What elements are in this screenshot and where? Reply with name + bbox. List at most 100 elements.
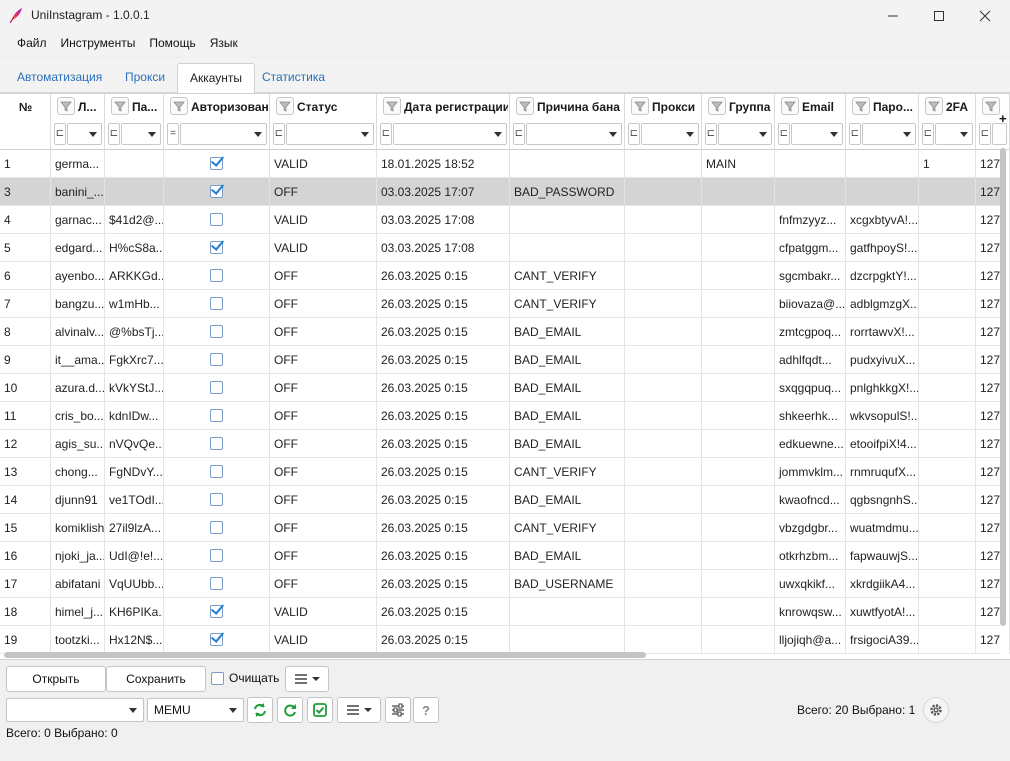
cell-auth[interactable] bbox=[164, 570, 270, 598]
column-filter-icon[interactable] bbox=[170, 97, 188, 115]
maximize-button[interactable] bbox=[916, 0, 962, 31]
column-header-epass[interactable]: Паро... ⊏ bbox=[846, 94, 919, 150]
column-filter-icon[interactable] bbox=[516, 97, 534, 115]
authorized-checkbox[interactable] bbox=[210, 493, 223, 506]
more-menu-button[interactable] bbox=[285, 666, 329, 692]
table-row[interactable]: 15 komiklish 27il9lzA... OFF 26.03.2025 0:15… bbox=[0, 514, 1010, 542]
filter-select-proxy[interactable] bbox=[641, 123, 699, 145]
filter-mode-button[interactable]: ⊏ bbox=[849, 123, 861, 145]
authorized-checkbox[interactable] bbox=[210, 437, 223, 450]
authorized-checkbox[interactable] bbox=[210, 549, 223, 562]
authorized-checkbox[interactable] bbox=[210, 241, 223, 254]
authorized-checkbox[interactable] bbox=[210, 325, 223, 338]
authorized-checkbox[interactable] bbox=[210, 605, 223, 618]
add-column-icon[interactable]: + bbox=[999, 111, 1007, 126]
filter-select-auth[interactable] bbox=[180, 123, 267, 145]
filter-select-group[interactable] bbox=[718, 123, 772, 145]
column-header-status[interactable]: Статус ⊏ bbox=[270, 94, 377, 150]
filter-select-epass[interactable] bbox=[862, 123, 916, 145]
filter-mode-button[interactable]: ⊏ bbox=[778, 123, 790, 145]
table-row[interactable]: 7 bangzu... w1mHb... OFF 26.03.2025 0:15 CANT… bbox=[0, 290, 1010, 318]
cell-auth[interactable] bbox=[164, 318, 270, 346]
column-filter-icon[interactable] bbox=[111, 97, 129, 115]
cell-auth[interactable] bbox=[164, 458, 270, 486]
table-row[interactable]: 9 it__ama... FgkXrc7... OFF 26.03.2025 0:15 B… bbox=[0, 346, 1010, 374]
table-row[interactable]: 18 himel_j... KH6PIKa... VALID 26.03.2025 0:… bbox=[0, 598, 1010, 626]
column-header-reg[interactable]: Дата регистрации ⊏ bbox=[377, 94, 510, 150]
authorized-checkbox[interactable] bbox=[210, 353, 223, 366]
table-row[interactable]: 8 alvinalv... @%bsTj... OFF 26.03.2025 0:15 B… bbox=[0, 318, 1010, 346]
column-header-login[interactable]: Л... ⊏ bbox=[51, 94, 105, 150]
column-filter-icon[interactable] bbox=[925, 97, 943, 115]
column-header-email[interactable]: Email ⊏ bbox=[775, 94, 846, 150]
column-filter-icon[interactable] bbox=[781, 97, 799, 115]
authorized-checkbox[interactable] bbox=[210, 409, 223, 422]
filter-mode-button[interactable]: ⊏ bbox=[380, 123, 392, 145]
filter-mode-button[interactable]: ⊏ bbox=[54, 123, 66, 145]
menu-help[interactable]: Помощь bbox=[142, 31, 202, 56]
column-filter-icon[interactable] bbox=[631, 97, 649, 115]
gear-button[interactable] bbox=[923, 697, 949, 723]
table-row[interactable]: 3 banini_... OFF 03.03.2025 17:07 BAD_PASSWO… bbox=[0, 178, 1010, 206]
filter-select-login[interactable] bbox=[67, 123, 102, 145]
reload-button[interactable] bbox=[277, 697, 303, 723]
column-header-twofa[interactable]: 2FA ⊏ bbox=[919, 94, 976, 150]
cell-auth[interactable] bbox=[164, 374, 270, 402]
filter-mode-button[interactable]: ⊏ bbox=[628, 123, 640, 145]
filter-mode-button[interactable]: = bbox=[167, 123, 179, 145]
table-row[interactable]: 11 cris_bo... kdnIDw... OFF 26.03.2025 0:15 B… bbox=[0, 402, 1010, 430]
column-filter-icon[interactable] bbox=[708, 97, 726, 115]
close-button[interactable] bbox=[962, 0, 1008, 31]
cell-auth[interactable] bbox=[164, 626, 270, 654]
column-header-pass[interactable]: Па... ⊏ bbox=[105, 94, 164, 150]
account-source-select[interactable] bbox=[6, 698, 144, 722]
column-filter-icon[interactable] bbox=[852, 97, 870, 115]
cell-auth[interactable] bbox=[164, 542, 270, 570]
column-filter-icon[interactable] bbox=[982, 97, 1000, 115]
column-header-num[interactable]: № bbox=[0, 94, 51, 150]
authorized-checkbox[interactable] bbox=[210, 269, 223, 282]
authorized-checkbox[interactable] bbox=[210, 213, 223, 226]
actions-menu-button[interactable] bbox=[337, 697, 381, 723]
authorized-checkbox[interactable] bbox=[210, 633, 223, 646]
cell-auth[interactable] bbox=[164, 430, 270, 458]
table-row[interactable]: 12 agis_su... nVQvQe... OFF 26.03.2025 0:15 B… bbox=[0, 430, 1010, 458]
refresh-all-button[interactable] bbox=[247, 697, 273, 723]
cell-auth[interactable] bbox=[164, 290, 270, 318]
cell-auth[interactable] bbox=[164, 150, 270, 178]
authorized-checkbox[interactable] bbox=[210, 521, 223, 534]
table-row[interactable]: 13 chong... FgNDvY... OFF 26.03.2025 0:15 CAN… bbox=[0, 458, 1010, 486]
tab-statistics[interactable]: Статистика bbox=[250, 63, 337, 93]
authorized-checkbox[interactable] bbox=[210, 297, 223, 310]
menu-language[interactable]: Язык bbox=[203, 31, 245, 56]
filter-select-email[interactable] bbox=[791, 123, 843, 145]
menu-file[interactable]: Файл bbox=[10, 31, 54, 56]
table-row[interactable]: 16 njoki_ja... UdI@!e!... OFF 26.03.2025 0:1… bbox=[0, 542, 1010, 570]
column-header-ban[interactable]: Причина бана ⊏ bbox=[510, 94, 625, 150]
filter-select-ban[interactable] bbox=[526, 123, 622, 145]
column-filter-icon[interactable] bbox=[276, 97, 294, 115]
save-button[interactable]: Сохранить bbox=[106, 666, 206, 692]
authorized-checkbox[interactable] bbox=[210, 157, 223, 170]
clear-checkbox[interactable] bbox=[211, 672, 224, 685]
vertical-scrollbar[interactable] bbox=[1000, 148, 1006, 626]
cell-auth[interactable] bbox=[164, 206, 270, 234]
cell-auth[interactable] bbox=[164, 598, 270, 626]
filter-mode-button[interactable]: ⊏ bbox=[513, 123, 525, 145]
cell-auth[interactable] bbox=[164, 346, 270, 374]
cell-auth[interactable] bbox=[164, 262, 270, 290]
tab-automation[interactable]: Автоматизация bbox=[5, 63, 114, 93]
column-filter-icon[interactable] bbox=[383, 97, 401, 115]
filter-select-reg[interactable] bbox=[393, 123, 507, 145]
cell-auth[interactable] bbox=[164, 514, 270, 542]
filter-mode-button[interactable]: ⊏ bbox=[979, 123, 991, 145]
table-row[interactable]: 14 djunn91 ve1TOdI... OFF 26.03.2025 0:15 BAD… bbox=[0, 486, 1010, 514]
filter-mode-button[interactable]: ⊏ bbox=[705, 123, 717, 145]
menu-tools[interactable]: Инструменты bbox=[54, 31, 143, 56]
column-filter-icon[interactable] bbox=[57, 97, 75, 115]
filter-select-twofa[interactable] bbox=[935, 123, 973, 145]
table-row[interactable]: 5 edgard... H%cS8a... VALID 03.03.2025 17:08… bbox=[0, 234, 1010, 262]
table-row[interactable]: 19 tootzki... Hx12N$... VALID 26.03.2025 0:1… bbox=[0, 626, 1010, 654]
horizontal-scrollbar[interactable] bbox=[4, 652, 646, 658]
column-header-auth[interactable]: Авторизован = bbox=[164, 94, 270, 150]
